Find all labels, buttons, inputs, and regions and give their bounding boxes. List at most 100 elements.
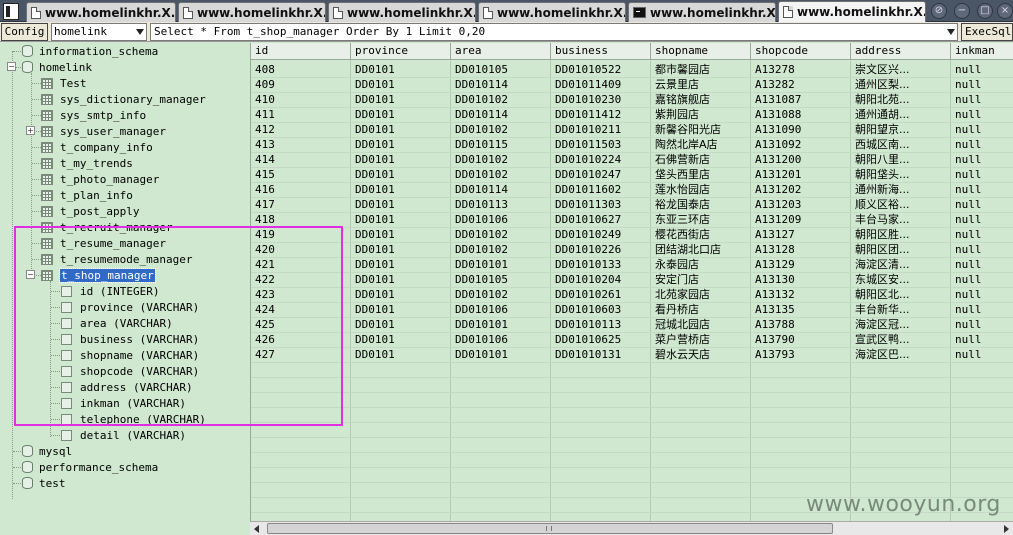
grid-cell-area[interactable]: DD010102 [451, 242, 551, 257]
column-header-inkman[interactable]: inkman [951, 43, 1013, 60]
grid-cell-area[interactable]: DD010114 [451, 107, 551, 122]
tree-expand-icon[interactable]: + [26, 126, 35, 135]
maximize-icon[interactable]: □ [977, 3, 993, 19]
grid-cell-shopname[interactable]: 安定门店 [651, 272, 751, 287]
grid-cell-area[interactable]: DD010105 [451, 272, 551, 287]
grid-cell-shopname[interactable]: 裕龙国泰店 [651, 197, 751, 212]
grid-cell-shopname[interactable]: 北苑家园店 [651, 287, 751, 302]
tab-5[interactable]: www.homelinkhr.X... [628, 2, 776, 22]
grid-cell-business[interactable]: DD01010247 [551, 167, 651, 182]
grid-cell-area[interactable]: DD010105 [451, 62, 551, 77]
grid-cell-id[interactable]: 411 [251, 107, 351, 122]
grid-cell-shopcode[interactable]: A13129 [751, 257, 851, 272]
minimize-icon[interactable]: − [954, 3, 970, 19]
scroll-left-icon[interactable] [254, 525, 259, 533]
grid-cell-shopname[interactable]: 碧水云天店 [651, 347, 751, 362]
grid-cell-business[interactable]: DD01010625 [551, 332, 651, 347]
grid-cell-province[interactable]: DD0101 [351, 347, 451, 362]
grid-cell-id[interactable]: 418 [251, 212, 351, 227]
grid-cell-area[interactable]: DD010106 [451, 302, 551, 317]
grid-cell-business[interactable]: DD01010627 [551, 212, 651, 227]
grid-cell-area[interactable]: DD010106 [451, 212, 551, 227]
grid-cell-address[interactable]: 通州通胡... [851, 107, 951, 122]
grid-cell-address[interactable]: 宣武区鸭... [851, 332, 951, 347]
grid-cell-inkman[interactable]: null [951, 257, 1013, 272]
grid-cell-address[interactable]: 海淀区清... [851, 257, 951, 272]
grid-cell-shopname[interactable]: 新馨谷阳光店 [651, 122, 751, 137]
grid-cell-business[interactable]: DD01010131 [551, 347, 651, 362]
grid-cell-province[interactable]: DD0101 [351, 62, 451, 77]
grid-cell-area[interactable]: DD010102 [451, 287, 551, 302]
grid-cell-address[interactable]: 西城区南... [851, 137, 951, 152]
tree-table-sys_smtp_info[interactable]: sys_smtp_info [41, 107, 146, 123]
grid-cell-shopcode[interactable]: A13135 [751, 302, 851, 317]
grid-cell-shopcode[interactable]: A13793 [751, 347, 851, 362]
grid-cell-province[interactable]: DD0101 [351, 92, 451, 107]
grid-cell-inkman[interactable]: null [951, 77, 1013, 92]
grid-cell-business[interactable]: DD01010249 [551, 227, 651, 242]
grid-cell-shopname[interactable]: 都市馨园店 [651, 62, 751, 77]
tab-4[interactable]: www.homelinkhr.X... [478, 2, 626, 22]
grid-cell-area[interactable]: DD010102 [451, 227, 551, 242]
grid-cell-province[interactable]: DD0101 [351, 107, 451, 122]
tree-collapse-icon[interactable]: − [7, 62, 16, 71]
tree-database-mysql[interactable]: mysql [22, 443, 72, 459]
grid-cell-inkman[interactable]: null [951, 227, 1013, 242]
horizontal-scrollbar[interactable] [250, 521, 1013, 535]
grid-cell-business[interactable]: DD01010113 [551, 317, 651, 332]
grid-cell-province[interactable]: DD0101 [351, 257, 451, 272]
grid-cell-province[interactable]: DD0101 [351, 167, 451, 182]
grid-cell-address[interactable]: 朝阳北苑... [851, 92, 951, 107]
grid-cell-shopname[interactable]: 嘉铭旗舰店 [651, 92, 751, 107]
grid-cell-area[interactable]: DD010115 [451, 137, 551, 152]
grid-cell-shopcode[interactable]: A131202 [751, 182, 851, 197]
grid-cell-shopname[interactable]: 樱花西街店 [651, 227, 751, 242]
tree-table-t_company_info[interactable]: t_company_info [41, 139, 153, 155]
grid-cell-shopname[interactable]: 垡头西里店 [651, 167, 751, 182]
grid-cell-shopcode[interactable]: A13278 [751, 62, 851, 77]
grid-cell-province[interactable]: DD0101 [351, 212, 451, 227]
grid-cell-province[interactable]: DD0101 [351, 302, 451, 317]
tree-table-t_my_trends[interactable]: t_my_trends [41, 155, 133, 171]
grid-cell-province[interactable]: DD0101 [351, 182, 451, 197]
tree-column[interactable]: detail (VARCHAR) [61, 427, 186, 443]
grid-cell-province[interactable]: DD0101 [351, 197, 451, 212]
column-header-area[interactable]: area [451, 43, 551, 60]
grid-cell-shopname[interactable]: 看丹桥店 [651, 302, 751, 317]
grid-cell-shopname[interactable]: 石佛营新店 [651, 152, 751, 167]
tree-table-t_photo_manager[interactable]: t_photo_manager [41, 171, 159, 187]
grid-cell-address[interactable]: 东城区安... [851, 272, 951, 287]
grid-cell-shopname[interactable]: 紫荆园店 [651, 107, 751, 122]
column-header-id[interactable]: id [251, 43, 351, 60]
grid-cell-id[interactable]: 413 [251, 137, 351, 152]
grid-cell-inkman[interactable]: null [951, 302, 1013, 317]
grid-cell-shopname[interactable]: 莲水怡园店 [651, 182, 751, 197]
grid-cell-province[interactable]: DD0101 [351, 227, 451, 242]
grid-cell-address[interactable]: 通州区梨... [851, 77, 951, 92]
grid-cell-id[interactable]: 410 [251, 92, 351, 107]
grid-cell-business[interactable]: DD01010261 [551, 287, 651, 302]
tree-table-sys_dictionary_manager[interactable]: sys_dictionary_manager [41, 91, 206, 107]
grid-cell-inkman[interactable]: null [951, 182, 1013, 197]
tab-6-active[interactable]: www.homelinkhr.X... [778, 1, 926, 22]
grid-cell-id[interactable]: 412 [251, 122, 351, 137]
grid-cell-province[interactable]: DD0101 [351, 332, 451, 347]
grid-cell-shopcode[interactable]: A131092 [751, 137, 851, 152]
grid-cell-shopcode[interactable]: A13132 [751, 287, 851, 302]
grid-cell-shopname[interactable]: 团结湖北口店 [651, 242, 751, 257]
grid-cell-shopcode[interactable]: A13790 [751, 332, 851, 347]
scrollbar-thumb[interactable] [267, 523, 833, 534]
grid-cell-address[interactable]: 丰台马家... [851, 212, 951, 227]
column-header-business[interactable]: business [551, 43, 651, 60]
grid-cell-id[interactable]: 408 [251, 62, 351, 77]
grid-cell-business[interactable]: DD01010204 [551, 272, 651, 287]
grid-cell-address[interactable]: 朝阳区北... [851, 287, 951, 302]
grid-cell-business[interactable]: DD01011409 [551, 77, 651, 92]
tree-table-t_post_apply[interactable]: t_post_apply [41, 203, 139, 219]
grid-cell-address[interactable]: 丰台新华... [851, 302, 951, 317]
grid-cell-shopcode[interactable]: A131088 [751, 107, 851, 122]
tree-database-information_schema[interactable]: information_schema [22, 43, 158, 59]
sql-input[interactable]: Select * From t_shop_manager Order By 1 … [150, 23, 958, 41]
grid-cell-province[interactable]: DD0101 [351, 272, 451, 287]
grid-cell-business[interactable]: DD01011303 [551, 197, 651, 212]
